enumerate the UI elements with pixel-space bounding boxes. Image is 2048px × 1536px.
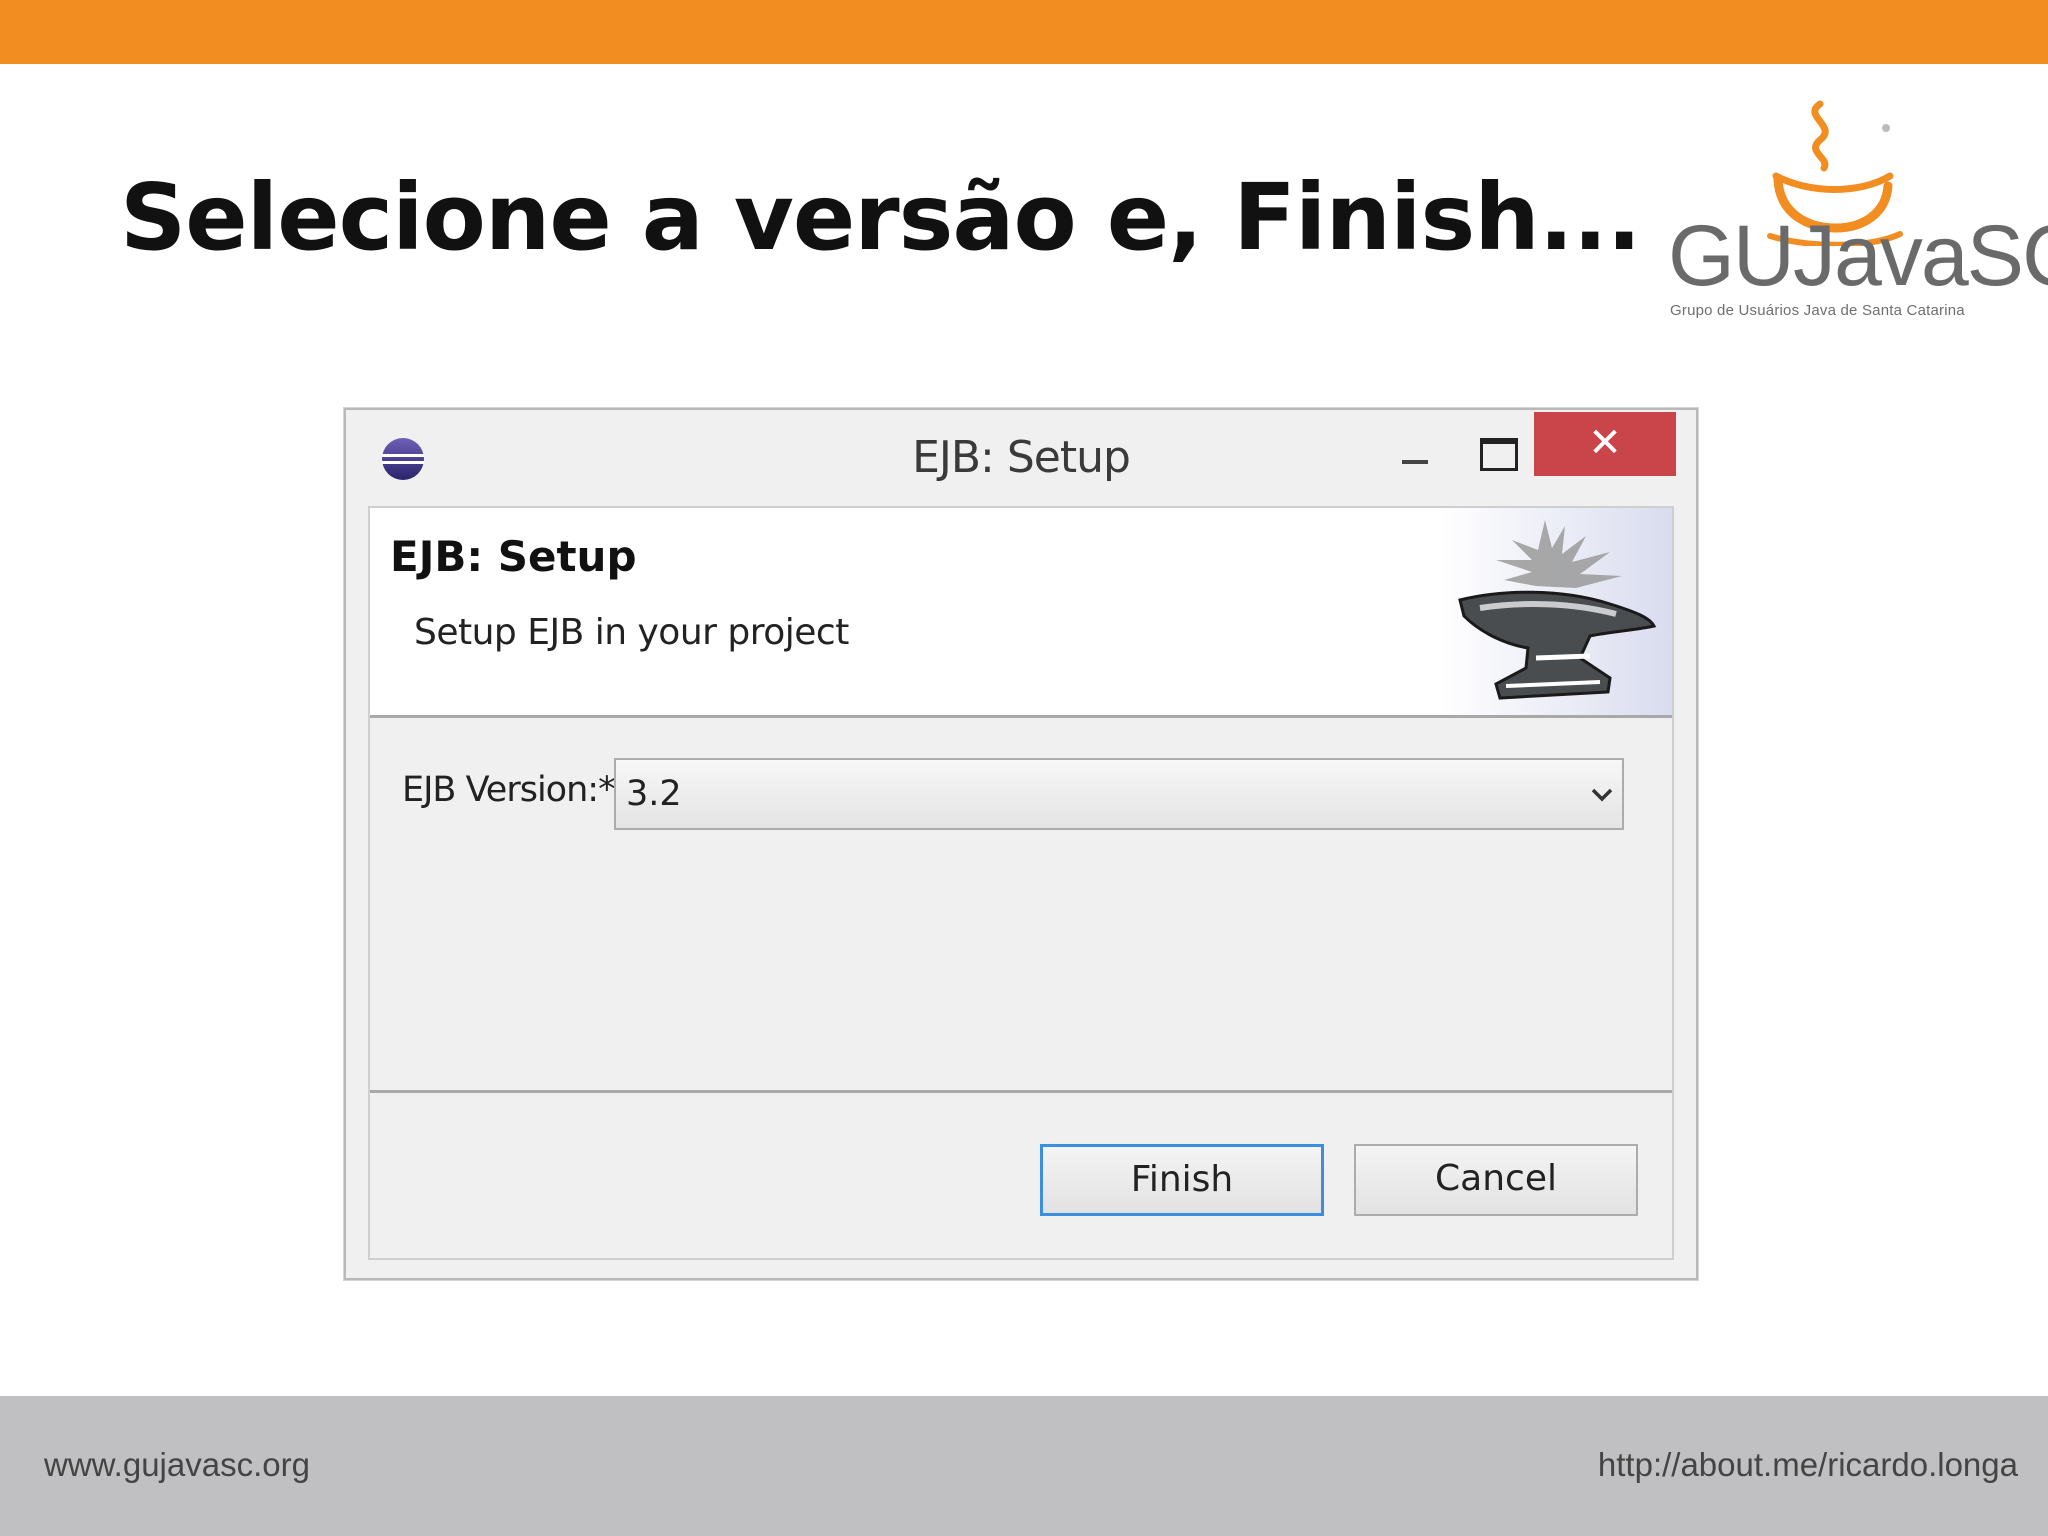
maximize-button[interactable]	[1468, 426, 1524, 476]
logo-subtitle: Grupo de Usuários Java de Santa Catarina	[1670, 302, 1965, 319]
top-accent-bar	[0, 0, 2048, 64]
banner-description: Setup EJB in your project	[414, 612, 849, 653]
wizard-banner: EJB: Setup Setup EJB in your project	[370, 508, 1672, 718]
footer-author-link: http://about.me/ricardo.longa	[1597, 1446, 2018, 1483]
window-titlebar[interactable]: EJB: Setup ✕	[346, 410, 1696, 506]
minimize-button[interactable]	[1386, 434, 1442, 484]
anvil-icon	[1440, 508, 1672, 715]
slide-title: Selecione a versão e, Finish...	[120, 164, 1642, 271]
close-icon: ✕	[1588, 420, 1622, 466]
banner-title: EJB: Setup	[390, 532, 637, 581]
button-bar-separator	[370, 1090, 1672, 1093]
gujavasc-logo: GUJavaSC Grupo de Usuários Java de Santa…	[1660, 96, 2048, 336]
close-button[interactable]: ✕	[1534, 412, 1676, 476]
finish-button[interactable]: Finish	[1040, 1144, 1324, 1216]
footer-website: www.gujavasc.org	[44, 1446, 310, 1483]
cancel-button[interactable]: Cancel	[1354, 1144, 1638, 1216]
ejb-version-label: EJB Version:*	[402, 770, 616, 810]
dialog-content: EJB: Setup Setup EJB in your project EJB…	[368, 506, 1674, 1260]
ejb-version-select[interactable]: 3.2	[614, 758, 1624, 830]
ejb-version-value: 3.2	[626, 774, 682, 814]
slide-footer: www.gujavasc.org http://about.me/ricardo…	[0, 1396, 2048, 1536]
chevron-down-icon	[1591, 788, 1613, 802]
logo-text: GUJavaSC	[1668, 208, 2048, 304]
ejb-setup-dialog: EJB: Setup ✕ EJB: Setup Setup EJB in you…	[344, 408, 1698, 1280]
